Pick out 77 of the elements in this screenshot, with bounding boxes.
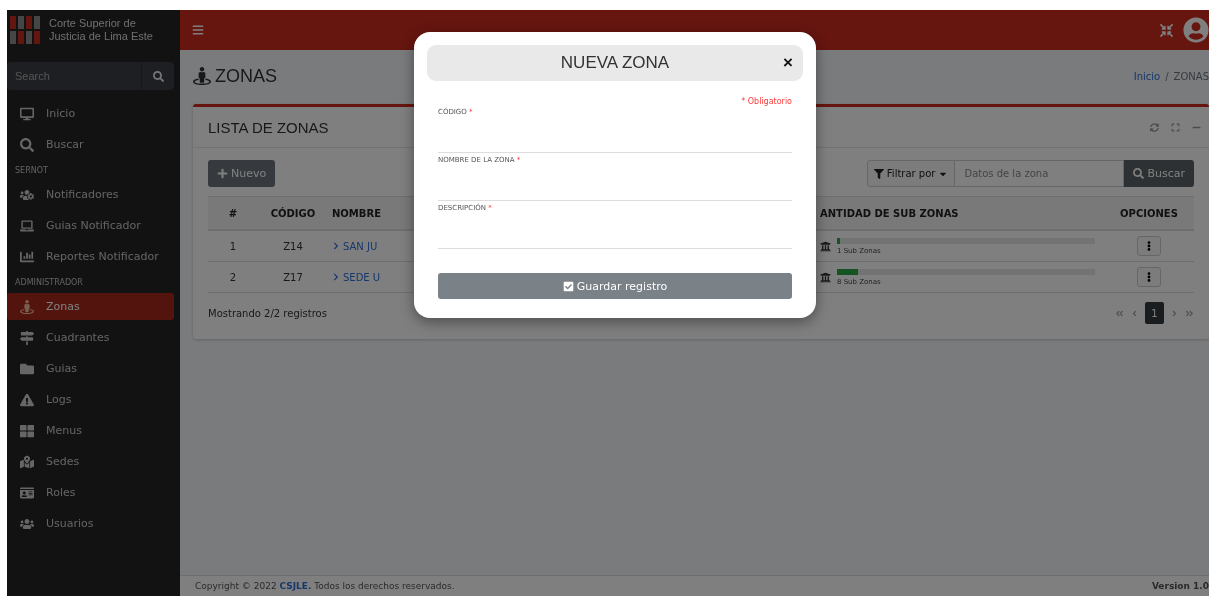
options-button[interactable] [1137,236,1161,256]
person-pin-icon [193,67,211,85]
page-title: ZONAS [215,65,277,87]
breadcrumb-current: ZONAS [1173,70,1209,82]
plus-icon [217,168,228,179]
column-header: OPCIONES [1104,196,1194,231]
sidebar-item[interactable]: Reportes Notificador [7,243,174,270]
search-icon [1133,168,1145,179]
filter-icon [873,168,884,179]
filter-button[interactable]: Filtrar por [866,160,956,187]
grid-icon [20,423,34,438]
previous-page-icon[interactable] [1130,308,1139,318]
search-icon [20,137,34,152]
close-button[interactable]: × [783,54,793,72]
sidebar-item[interactable]: Zonas [7,293,174,320]
sidebar-item[interactable]: Usuarios [7,510,174,537]
sidebar-item[interactable]: Roles [7,479,174,506]
group-icon [20,516,34,531]
table-cell: 2 [208,262,258,293]
compress-icon[interactable] [1160,23,1173,37]
table-cell: Z17 [258,262,328,293]
users-icon [20,187,34,202]
new-button[interactable]: Nuevo [208,160,276,187]
save-button[interactable]: Guardar registro [438,273,792,299]
brand-name: Corte Superior de Justicia de Lima Este [49,17,153,43]
refresh-icon[interactable] [1150,122,1159,132]
breadcrumb-separator: / [1165,70,1169,82]
column-header: # [208,196,258,231]
logo-icon [9,15,41,45]
section-label: SERNOT [14,165,49,177]
checkbox-icon [562,280,574,292]
sidebar-item[interactable]: Sedes [7,448,174,475]
options-button[interactable] [1137,267,1161,287]
records-summary: Mostrando 2/2 registros [208,307,327,319]
table-cell: Z14 [258,231,328,262]
id-card-icon [20,485,34,500]
sidebar-item[interactable]: Guias [7,355,174,382]
card-title: LISTA DE ZONAS [208,118,329,136]
zone-link[interactable]: SEDE U [332,271,381,283]
breadcrumb-link[interactable]: Inicio [1133,70,1161,82]
folder-icon [20,361,34,376]
section-label: ADMINISTRADOR [14,277,84,289]
page-button[interactable]: 1 [1145,302,1164,324]
warning-icon [20,392,34,407]
sidebar-item[interactable]: Notificadores [7,181,174,208]
search-button[interactable] [141,62,174,90]
modal-title: NUEVA ZONA [560,53,670,73]
chevron-icon [332,273,340,281]
chevron-icon [332,242,340,250]
first-page-icon[interactable] [1115,308,1124,318]
menu-icon[interactable] [192,24,204,36]
next-page-icon[interactable] [1170,308,1179,318]
sidebar-item[interactable]: Logs [7,386,174,413]
copyright-text: Copyright © 2022 CSJLE. Todos los derechos reservados. [195,581,455,591]
required-note: * Obligatorio [741,97,792,106]
map-icon [20,454,34,469]
building-icon [820,240,831,252]
person-pin-icon [20,299,34,314]
last-page-icon[interactable] [1185,308,1194,318]
bar-chart-icon [20,249,34,264]
search-icon [152,70,164,82]
building-icon [820,271,831,283]
signpost-icon [20,330,34,345]
monitor-icon [20,106,34,121]
sidebar-item[interactable]: Guias Notificador [7,212,174,239]
column-header: CÓDIGO [258,196,328,231]
version-text: Version 1.0 [1151,581,1209,591]
search-button[interactable]: Buscar [1124,160,1194,187]
table-cell: 1 [208,231,258,262]
zone-link[interactable]: SAN JU [332,240,378,252]
expand-icon[interactable] [1171,122,1180,132]
sidebar-item[interactable]: Menus [7,417,174,444]
sidebar-item[interactable]: Buscar [7,131,174,158]
sidebar-item[interactable]: Inicio [7,100,174,127]
sidebar-item[interactable]: Cuadrantes [7,324,174,351]
laptop-icon [20,218,34,233]
user-avatar-icon[interactable] [1183,17,1209,43]
